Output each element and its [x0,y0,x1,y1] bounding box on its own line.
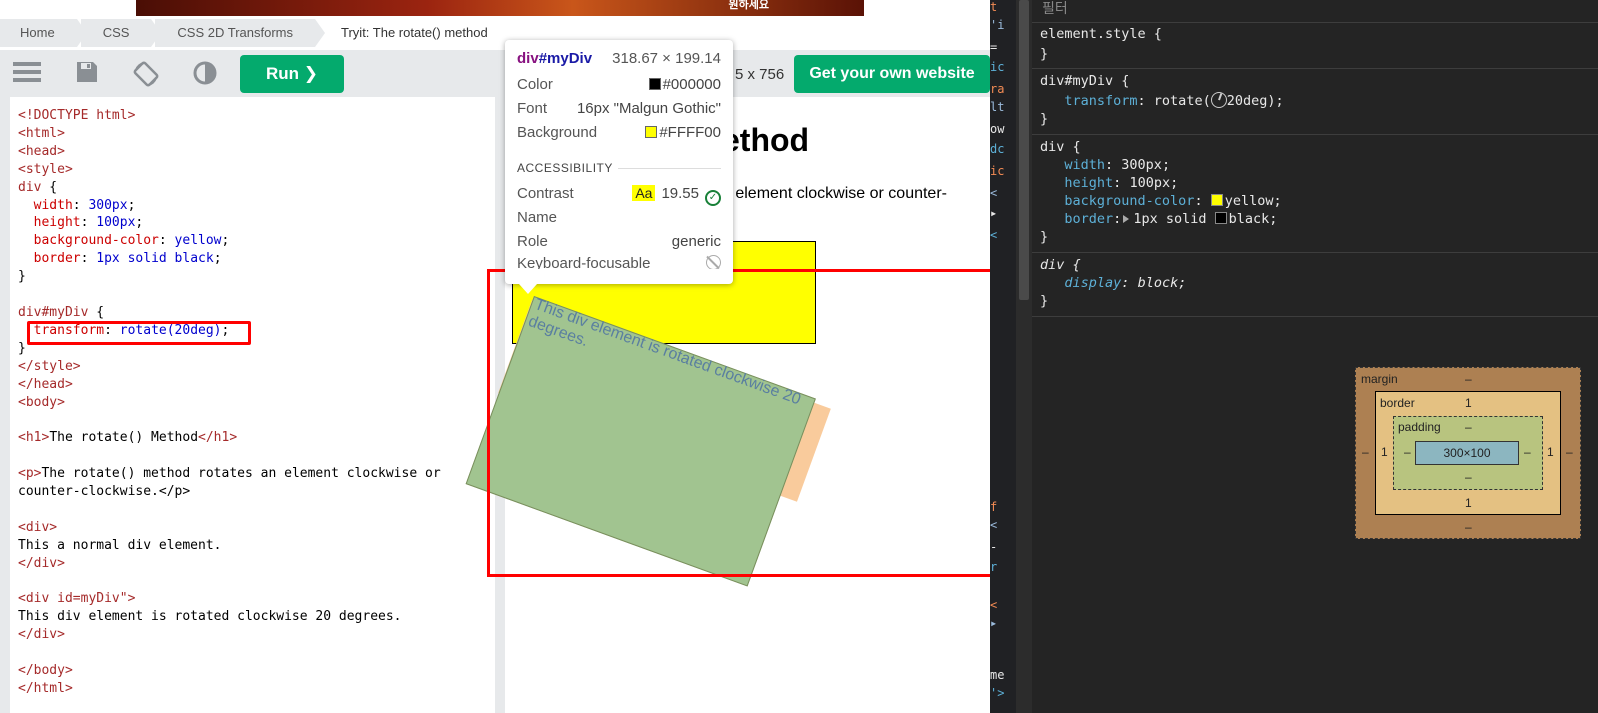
elements-panel-strip[interactable]: t 'i = ic ra lt ow dc ic < ▸ < f < - r < ▸ me '> [990,0,1016,713]
rule-div-useragent[interactable]: div { [1040,256,1081,274]
ad-banner[interactable]: 원하세요 [136,0,864,16]
tooltip-background-row: Background #FFFF00 [517,124,721,141]
code-panel: <!DOCTYPE html> <html> <head> <style> di… [0,97,505,713]
margin-bottom-value: – [1465,520,1472,534]
elements-fragment: ▸ [990,616,998,630]
check-icon: ✓ [705,190,721,206]
save-icon[interactable] [72,60,102,88]
yellow-swatch [1210,194,1223,206]
elements-fragment: lt [990,100,1005,114]
breadcrumb-home[interactable]: Home [0,19,87,47]
elements-fragment: < [990,598,998,612]
styles-filter-input[interactable]: 필터 [1042,0,1068,18]
breadcrumb-current: Tryit: The rotate() method [341,25,488,40]
result-dimensions: 5 x 756 [735,66,785,83]
prop-display[interactable]: display: block; [1040,274,1186,292]
expand-triangle-icon [1123,215,1130,223]
tooltip-selector: div#myDiv [517,50,593,67]
prop-transform[interactable]: transform: rotate(20deg); [1040,92,1284,110]
result-paragraph: n element clockwise or counter- [722,185,947,202]
padding-left-value: – [1404,445,1411,459]
prop-width[interactable]: width: 300px; [1040,156,1170,174]
tooltip-size: 318.67 × 199.14 [612,50,721,67]
rule-element-style[interactable]: element.style { [1040,25,1162,43]
border-left-value: 1 [1381,445,1388,459]
tooltip-color-row: Color #000000 [517,76,721,93]
elements-fragment: < [990,518,998,532]
rule-div[interactable]: div { [1040,138,1081,156]
padding-label: padding [1398,420,1441,434]
border-label: border [1380,396,1415,410]
tooltip-contrast-row: Contrast Aa 19.55 ✓ [517,185,721,206]
code-editor[interactable]: <!DOCTYPE html> <html> <head> <style> di… [10,97,495,713]
tooltip-font-row: Font 16px "Malgun Gothic" [517,100,721,117]
elements-fragment: f [990,500,998,514]
breadcrumb: Home CSS CSS 2D Transforms Tryit: The ro… [0,19,514,47]
result-heading: ethod [722,122,810,158]
run-button[interactable]: Run ❯ [240,55,344,93]
elements-fragment: < [990,186,998,200]
get-your-own-website-button[interactable]: Get your own website [794,55,990,93]
padding-top-value: – [1465,420,1472,434]
theme-toggle-icon[interactable] [190,60,220,88]
tooltip-name-row: Name [517,209,558,226]
tooltip-role-row: Role generic [517,233,721,250]
breadcrumb-css[interactable]: CSS [80,19,162,47]
tooltip-accessibility-title: ACCESSIBILITY [517,161,613,175]
contrast-sample: Aa [632,185,656,201]
ad-text: 원하세요 [728,0,769,11]
tooltip-divider [618,168,721,169]
elements-fragment: me [990,668,1005,682]
inspect-tooltip: div#myDiv 318.67 × 199.14 Color #000000 … [505,40,733,294]
prop-background-color[interactable]: background-color: yellow; [1040,192,1281,210]
result-highlight-box [487,269,1007,577]
rule-div-mydiv[interactable]: div#myDiv { [1040,72,1129,90]
elements-fragment: 'i [990,18,1005,32]
padding-bottom-value: – [1465,470,1472,484]
elements-fragment: ic [990,164,1005,178]
prop-border[interactable]: border: 1px solid black; [1040,210,1277,228]
elements-fragment: ra [990,82,1005,96]
elements-fragment: t [990,0,998,14]
margin-left-value: – [1362,445,1369,459]
styles-pane: 필터 element.style { } div#myDiv { transfo… [1032,0,1598,713]
padding-right-value: – [1524,445,1531,459]
breadcrumb-css-2d-transforms[interactable]: CSS 2D Transforms [155,19,325,47]
elements-fragment: ic [990,60,1005,74]
margin-right-value: – [1566,445,1573,459]
border-bottom-value: 1 [1465,496,1472,510]
code-highlight-box [27,321,251,345]
margin-label: margin [1361,372,1398,386]
elements-fragment: ow [990,122,1005,136]
elements-fragment: '> [990,686,1005,700]
tooltip-keyboard-row: Keyboard-focusable [517,255,721,269]
border-top-value: 1 [1465,396,1472,410]
elements-fragment: = [990,40,998,54]
angle-icon [1210,92,1227,108]
elements-fragment: ▸ [990,206,998,220]
box-model-content[interactable]: 300×100 [1415,441,1519,465]
elements-fragment: r [990,560,998,574]
not-focusable-icon [706,255,721,269]
prop-height[interactable]: height: 100px; [1040,174,1178,192]
elements-fragment: dc [990,142,1005,156]
rotate-layout-icon[interactable] [131,60,161,88]
elements-fragment: < [990,228,998,242]
toolbar: Run ❯ 5 x 756 Get your own website [0,50,990,97]
border-right-value: 1 [1547,445,1554,459]
background-swatch [645,126,658,138]
color-swatch [648,78,661,90]
menu-icon[interactable] [12,60,42,88]
devtools-scrollbar-thumb[interactable] [1019,0,1029,300]
black-swatch [1214,212,1227,224]
margin-top-value: – [1465,372,1472,386]
elements-fragment: - [990,540,998,554]
